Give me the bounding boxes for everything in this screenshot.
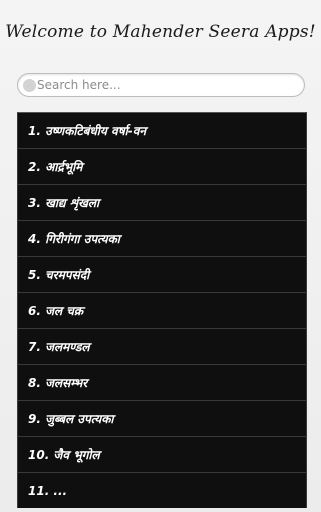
list-item[interactable]: 8. जलसम्भर xyxy=(17,364,307,400)
list-item[interactable]: 1. उष्णकटिबंधीय वर्षा-वन xyxy=(17,112,307,148)
list-item[interactable]: 6. जल चक्र xyxy=(17,292,307,328)
app-screen: Welcome to Mahender Seera Apps! 1. उष्णक… xyxy=(0,0,321,512)
search-icon xyxy=(23,79,36,92)
list-item[interactable]: 9. जुब्बल उपत्यका xyxy=(17,400,307,436)
list-item[interactable]: 5. चरमपसंदी xyxy=(17,256,307,292)
list-item[interactable]: 10. जैव भूगोल xyxy=(17,436,307,472)
list-item[interactable]: 3. खाद्य शृंखला xyxy=(17,184,307,220)
search-input[interactable] xyxy=(37,75,297,95)
list-item[interactable]: 2. आर्द्रभूमि xyxy=(17,148,307,184)
page-title: Welcome to Mahender Seera Apps! xyxy=(5,22,316,42)
list-item[interactable]: 11. ... xyxy=(17,472,307,508)
list-item[interactable]: 7. जलमण्डल xyxy=(17,328,307,364)
topic-list: 1. उष्णकटिबंधीय वर्षा-वन 2. आर्द्रभूमि 3… xyxy=(17,112,307,508)
list-item[interactable]: 4. गिरीगंगा उपत्यका xyxy=(17,220,307,256)
search-bar[interactable] xyxy=(17,73,305,97)
